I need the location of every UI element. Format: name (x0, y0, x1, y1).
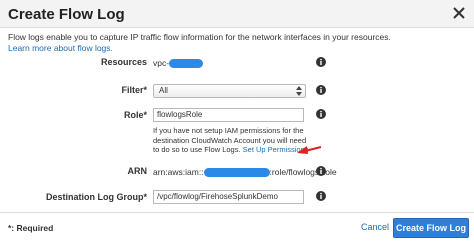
redaction-mark (169, 59, 204, 69)
dialog-title: Create Flow Log (8, 6, 125, 23)
filter-label: Filter* (121, 85, 147, 95)
intro-text: Flow logs enable you to capture IP traff… (8, 32, 391, 42)
arn-value: arn:aws:iam:::role/flowlogsRole (153, 167, 337, 178)
resources-value: vpc- (153, 58, 204, 69)
annotation-arrow (297, 146, 322, 154)
resources-prefix: vpc- (153, 58, 170, 68)
redaction-mark (203, 168, 270, 178)
role-input[interactable]: flowlogsRole (153, 108, 304, 122)
destination-value: /vpc/flowlog/FirehoseSplunkDemo (157, 192, 278, 201)
resources-label: Resources (100, 57, 147, 67)
permissions-help: If you have not setup IAM permissions fo… (153, 126, 313, 155)
info-icon[interactable] (316, 166, 326, 176)
dialog-header: Create Flow Log (0, 0, 474, 28)
learn-more-link[interactable]: Learn more about flow logs. (8, 43, 113, 53)
filter-value: All (159, 86, 168, 95)
arn-prefix: arn:aws:iam:: (153, 167, 204, 177)
create-flow-log-button[interactable]: Create Flow Log (393, 218, 469, 238)
arn-suffix: :role/flowlogsRole (269, 167, 337, 177)
destination-label: Destination Log Group* (46, 192, 147, 202)
select-arrows-icon (296, 86, 302, 96)
role-value: flowlogsRole (157, 110, 203, 119)
intro: Flow logs enable you to capture IP traff… (8, 32, 468, 54)
role-label: Role* (123, 110, 147, 120)
destination-input[interactable]: /vpc/flowlog/FirehoseSplunkDemo (153, 190, 304, 204)
info-icon[interactable] (316, 109, 326, 119)
footer-divider (0, 212, 474, 213)
info-icon[interactable] (316, 57, 326, 67)
info-icon[interactable] (316, 191, 326, 201)
info-icon[interactable] (316, 85, 326, 95)
filter-select[interactable]: All (153, 84, 306, 98)
required-note: *: Required (8, 223, 54, 233)
cancel-button[interactable]: Cancel (361, 222, 389, 232)
arn-label: ARN (127, 166, 148, 176)
close-icon[interactable] (453, 7, 465, 19)
